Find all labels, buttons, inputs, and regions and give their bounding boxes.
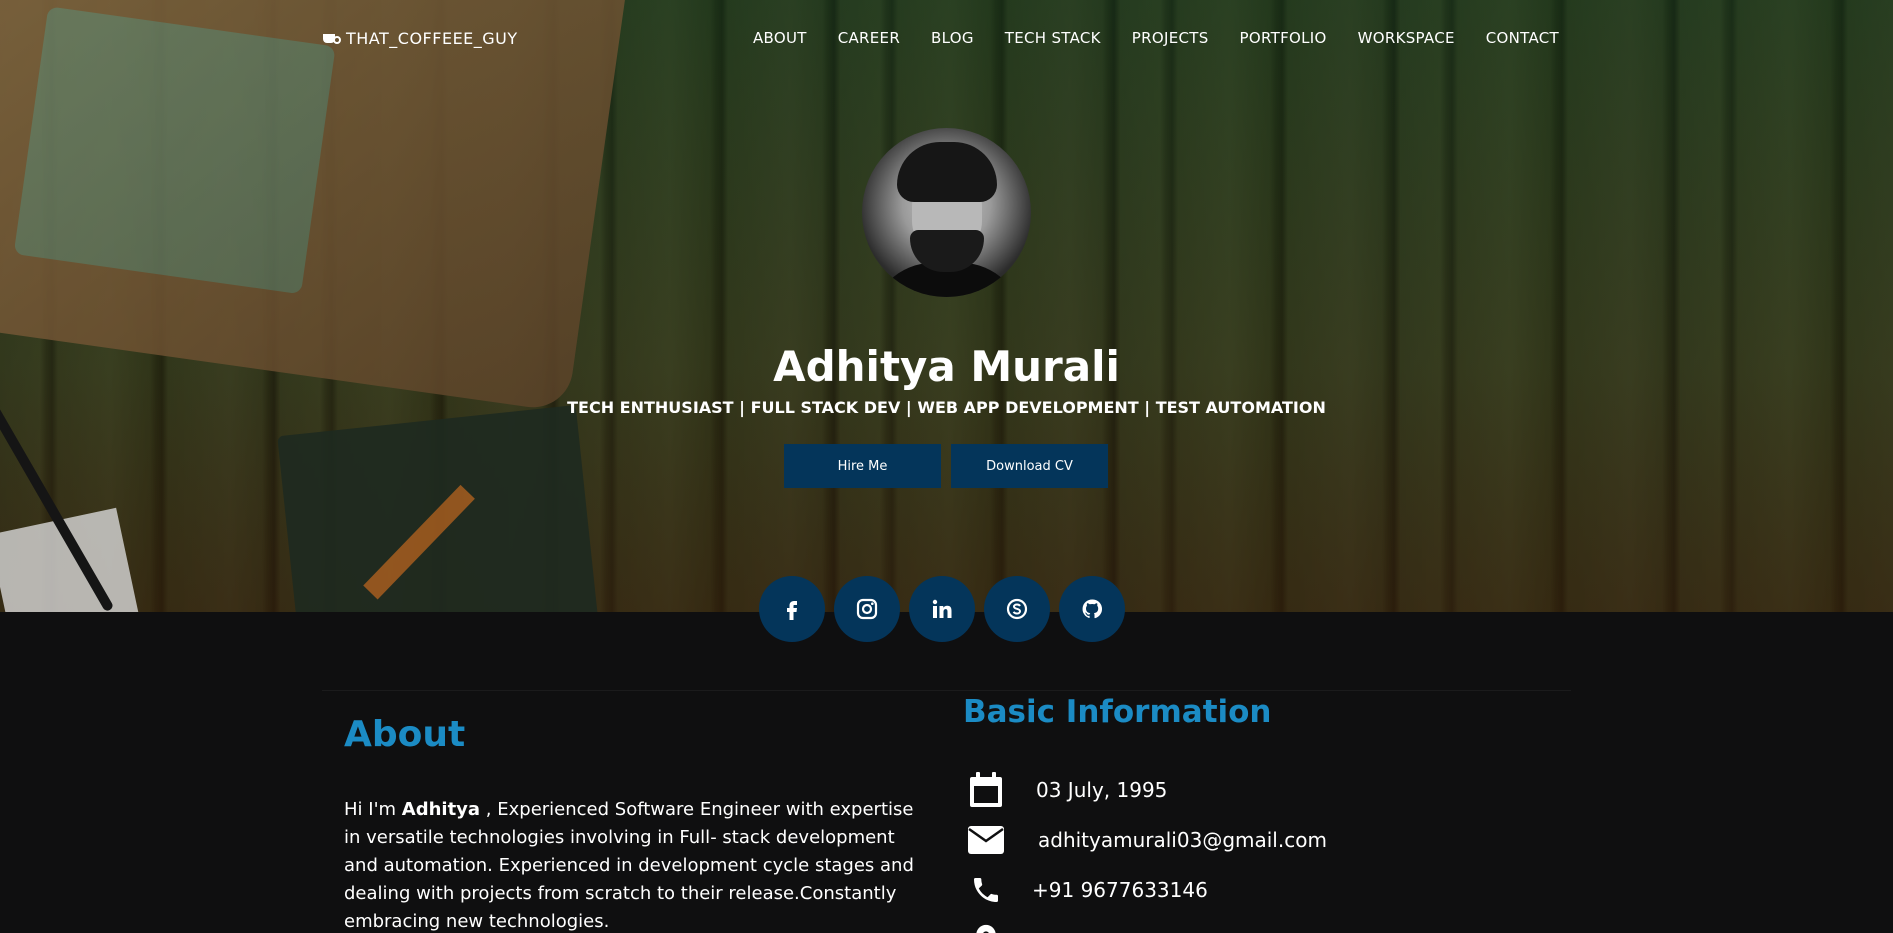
coffee-cup-icon xyxy=(322,32,341,46)
skype-icon xyxy=(1006,598,1028,620)
hire-me-button[interactable]: Hire Me xyxy=(784,444,941,488)
nav-item-tech-stack[interactable]: TECH STACK xyxy=(1005,29,1101,47)
facebook-icon xyxy=(787,601,797,620)
linkedin-link[interactable] xyxy=(909,576,975,642)
hero-section: THAT_COFFEEE_GUY ABOUT CAREER BLOG TECH … xyxy=(0,0,1893,612)
nav-item-contact[interactable]: CONTACT xyxy=(1486,29,1559,47)
social-links xyxy=(759,576,1125,642)
hero-tagline: TECH ENTHUSIAST | FULL STACK DEV | WEB A… xyxy=(567,398,1326,417)
info-row-location xyxy=(966,922,1006,933)
nav-item-blog[interactable]: BLOG xyxy=(931,29,974,47)
instagram-icon xyxy=(856,598,878,620)
download-cv-button[interactable]: Download CV xyxy=(951,444,1108,488)
info-row-email: adhityamurali03@gmail.com xyxy=(966,822,1327,858)
brand-logo-text: THAT_COFFEEE_GUY xyxy=(346,29,518,48)
basic-info-title: Basic Information xyxy=(963,694,1272,730)
nav-item-workspace[interactable]: WORKSPACE xyxy=(1358,29,1455,47)
facebook-link[interactable] xyxy=(759,576,825,642)
main-nav: ABOUT CAREER BLOG TECH STACK PROJECTS PO… xyxy=(753,29,1559,47)
nav-item-portfolio[interactable]: PORTFOLIO xyxy=(1240,29,1327,47)
hero-buttons: Hire Me Download CV xyxy=(784,444,1108,488)
notepad-background-image xyxy=(0,507,142,612)
github-link[interactable] xyxy=(1059,576,1125,642)
envelope-icon xyxy=(966,822,1006,858)
info-row-dob: 03 July, 1995 xyxy=(966,772,1167,808)
about-text: Hi I'm Adhitya , Experienced Software En… xyxy=(344,796,924,933)
linkedin-icon xyxy=(932,599,952,618)
info-dob-value: 03 July, 1995 xyxy=(1036,778,1168,802)
about-intro: Hi I'm xyxy=(344,799,402,820)
github-icon xyxy=(1082,599,1103,619)
brand-logo[interactable]: THAT_COFFEEE_GUY xyxy=(322,29,518,48)
skype-link[interactable] xyxy=(984,576,1050,642)
info-phone-value[interactable]: +91 9677633146 xyxy=(1032,878,1208,902)
phone-icon xyxy=(966,872,1006,908)
calendar-icon xyxy=(966,772,1006,808)
about-name: Adhitya xyxy=(401,799,481,820)
instagram-link[interactable] xyxy=(834,576,900,642)
nav-item-career[interactable]: CAREER xyxy=(838,29,900,47)
info-row-phone: +91 9677633146 xyxy=(966,872,1208,908)
info-email-value[interactable]: adhityamurali03@gmail.com xyxy=(1038,828,1327,852)
hero-name: Adhitya Murali xyxy=(773,342,1120,391)
location-pin-icon xyxy=(966,922,1006,933)
about-title: About xyxy=(344,714,466,755)
nav-item-projects[interactable]: PROJECTS xyxy=(1132,29,1209,47)
nav-item-about[interactable]: ABOUT xyxy=(753,29,807,47)
notebook-background-image xyxy=(277,405,603,612)
avatar xyxy=(862,128,1031,297)
